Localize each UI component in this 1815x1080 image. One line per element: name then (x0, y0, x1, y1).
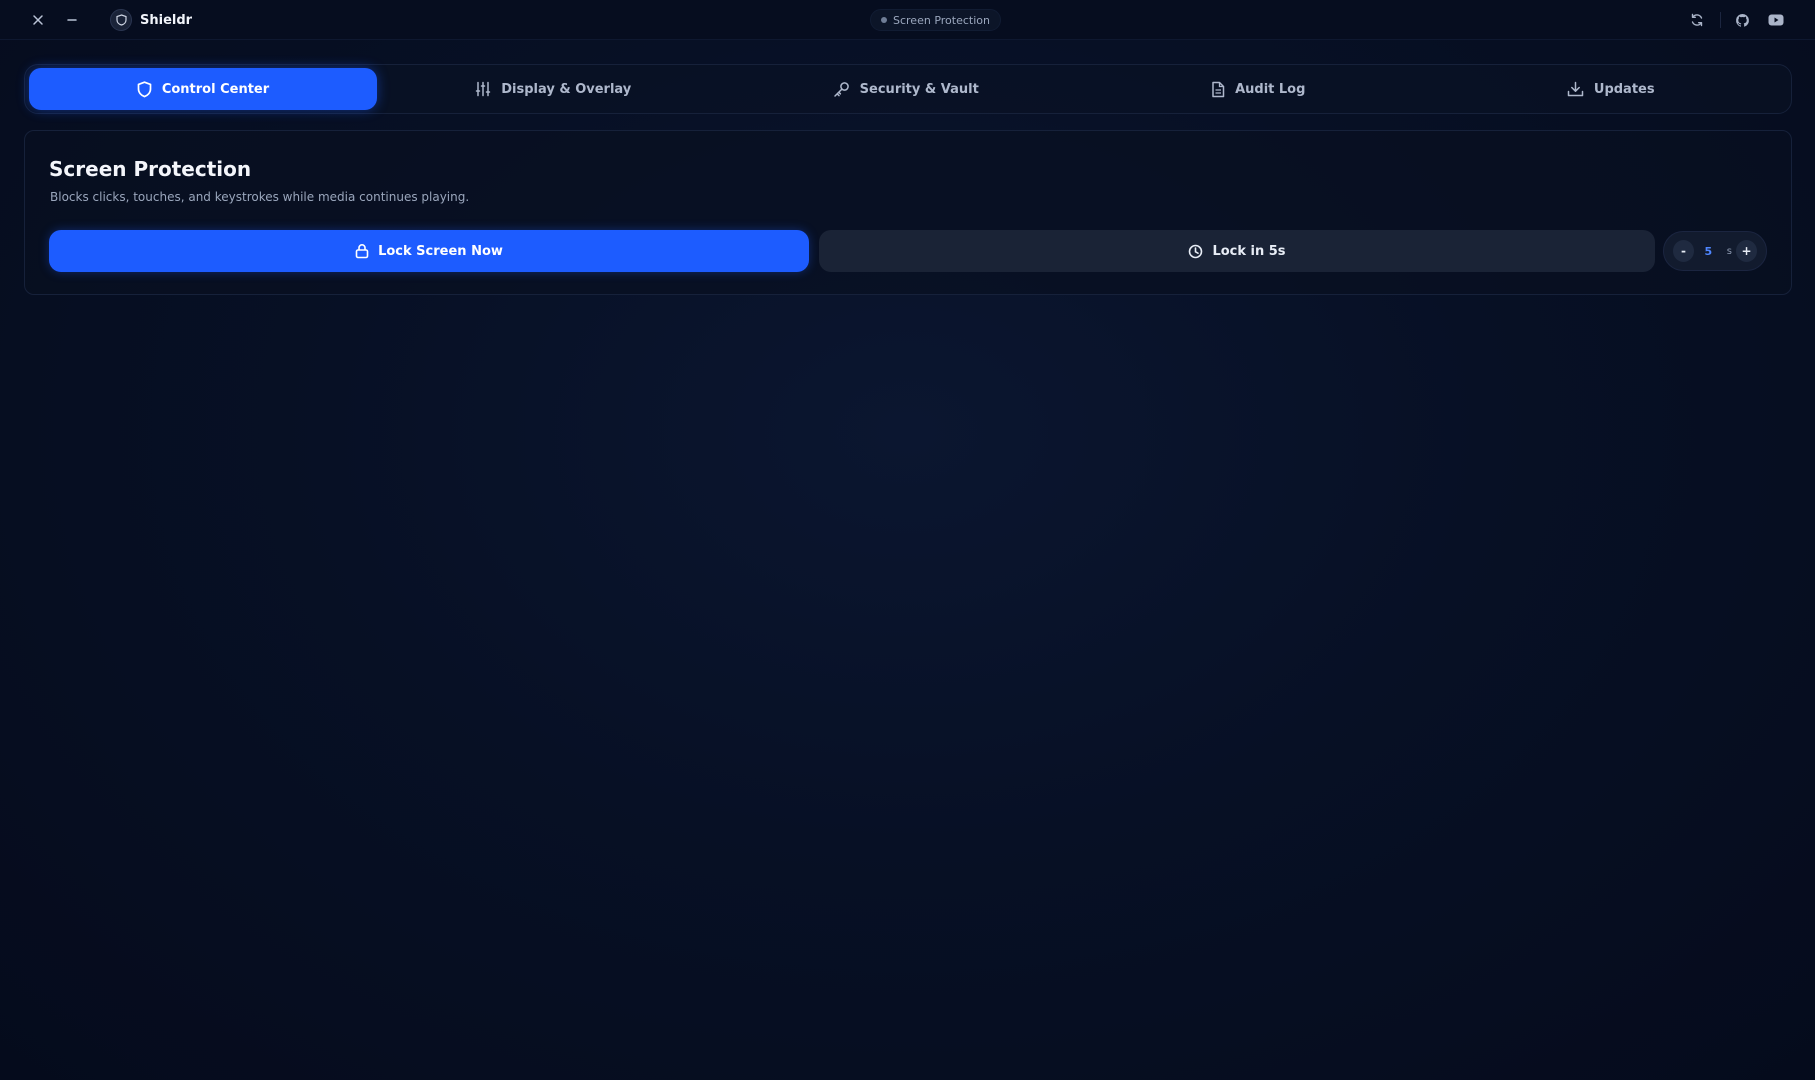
screen-protection-panel: Screen Protection Blocks clicks, touches… (24, 130, 1792, 295)
download-icon (1567, 81, 1584, 97)
lock-delayed-button[interactable]: Lock in 5s (819, 230, 1655, 272)
refresh-icon (1691, 13, 1703, 27)
minimize-icon (67, 19, 77, 21)
tab-security-vault[interactable]: Security & Vault (730, 68, 1083, 110)
github-icon (1735, 13, 1749, 27)
delay-unit: s (1726, 245, 1732, 257)
document-icon (1212, 81, 1225, 97)
close-icon (33, 15, 43, 25)
main-tabs: Control Center Display & Overlay Securit… (24, 64, 1792, 114)
tab-label: Control Center (161, 81, 270, 97)
youtube-icon (1768, 14, 1784, 26)
github-button[interactable] (1731, 9, 1753, 31)
status-badge: Screen Protection (870, 9, 1001, 31)
shield-logo-icon (110, 9, 132, 31)
tab-updates[interactable]: Updates (1435, 68, 1788, 110)
titlebar-divider (1720, 12, 1721, 28)
app-brand: Shieldr (110, 9, 192, 31)
youtube-button[interactable] (1765, 9, 1787, 31)
status-dot-icon (881, 17, 887, 23)
status-label: Screen Protection (893, 13, 990, 27)
tab-label: Audit Log (1235, 81, 1306, 97)
tab-audit-log[interactable]: Audit Log (1082, 68, 1435, 110)
title-bar: Shieldr Screen Protection (0, 0, 1815, 40)
lock-screen-now-button[interactable]: Lock Screen Now (49, 230, 809, 272)
panel-subtitle: Blocks clicks, touches, and keystrokes w… (50, 190, 470, 204)
decrement-delay-button[interactable]: - (1673, 240, 1694, 262)
shield-icon (137, 80, 152, 97)
delay-stepper: - 5 s + (1663, 231, 1767, 271)
clock-icon (1189, 244, 1203, 258)
increment-delay-button[interactable]: + (1736, 240, 1757, 262)
tab-label: Display & Overlay (501, 81, 632, 97)
tab-label: Updates (1593, 81, 1655, 97)
minimize-window-button[interactable] (60, 8, 84, 32)
app-name: Shieldr (140, 12, 193, 28)
refresh-button[interactable] (1686, 9, 1708, 31)
tab-control-center[interactable]: Control Center (29, 68, 377, 110)
lock-delayed-label: Lock in 5s (1212, 243, 1286, 259)
key-icon (833, 81, 849, 97)
sliders-icon (475, 81, 491, 97)
panel-title: Screen Protection (49, 157, 252, 181)
tab-label: Security & Vault (859, 81, 979, 97)
close-window-button[interactable] (26, 8, 50, 32)
delay-value[interactable]: 5 (1694, 245, 1723, 258)
lock-screen-now-label: Lock Screen Now (378, 243, 503, 259)
tab-display-overlay[interactable]: Display & Overlay (377, 68, 730, 110)
lock-icon (355, 244, 369, 259)
